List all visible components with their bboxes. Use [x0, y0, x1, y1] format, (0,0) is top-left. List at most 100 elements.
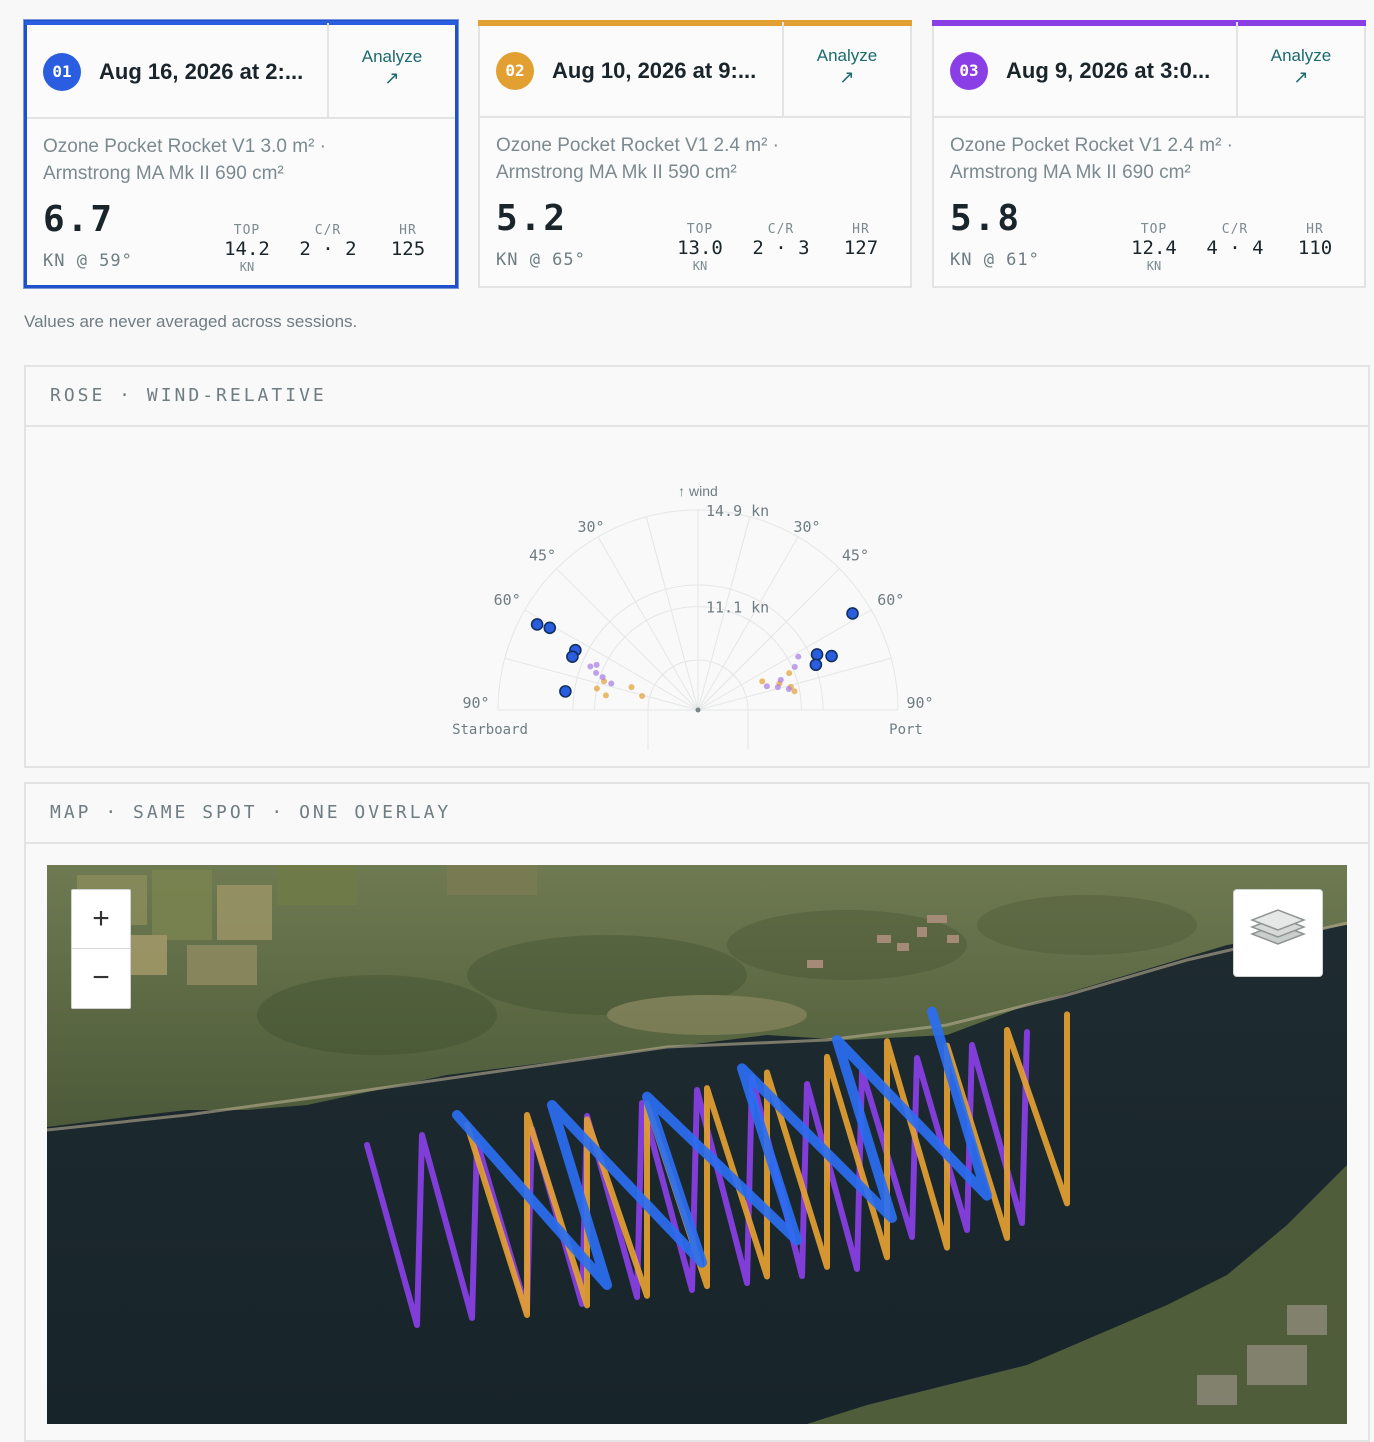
session-date: Aug 16, 2026 at 2:...: [99, 59, 304, 84]
rose-point: [791, 663, 798, 670]
rose-point: [785, 686, 792, 693]
angle-label-port: 45°: [842, 547, 869, 565]
rose-spoke: [645, 516, 699, 711]
angle-label-starboard: 45°: [529, 547, 556, 565]
top-speed-unit: KN: [239, 260, 255, 274]
session-card-header: 03 Aug 9, 2026 at 3:0... Analyze ↗: [934, 22, 1364, 118]
starboard-label: Starboard: [452, 722, 528, 738]
top-speed-value: 12.4: [1131, 237, 1177, 259]
gear-foil: Armstrong MA Mk II 690 cm²: [950, 162, 1191, 183]
rose-chart: ↑ wind 14.9 kn 11.1 kn 30° 30° 45° 45° 60° 60° 90…: [452, 483, 934, 750]
satellite-map[interactable]: + −: [47, 865, 1347, 1424]
analyze-button[interactable]: Analyze ↗: [1236, 22, 1364, 116]
rose-point: [566, 650, 579, 663]
rose-point: [593, 685, 600, 692]
angle-label-starboard: 90°: [462, 694, 489, 712]
angle-label-starboard: 60°: [494, 591, 521, 609]
top-speed-unit: KN: [692, 259, 708, 273]
session-card-02[interactable]: 02 Aug 10, 2026 at 9:... Analyze ↗ Ozone…: [478, 20, 912, 288]
top-speed-stat: TOP 12.4 KN: [1124, 222, 1184, 273]
rose-point: [628, 684, 635, 691]
top-speed-stat: TOP 14.2 KN: [217, 223, 277, 274]
rose-point: [602, 692, 609, 699]
rose-point: [608, 680, 615, 687]
angle-label-starboard: 30°: [577, 518, 604, 536]
session-card-03[interactable]: 03 Aug 9, 2026 at 3:0... Analyze ↗ Ozone…: [932, 20, 1366, 288]
rose-center-dot: [695, 707, 701, 713]
rose-point: [593, 661, 600, 668]
session-card-header: 02 Aug 10, 2026 at 9:... Analyze ↗: [480, 22, 910, 118]
rose-spoke: [697, 536, 799, 711]
avg-speed-angle: KN @ 61°: [950, 250, 1040, 270]
arrow-up-right-icon: ↗: [839, 67, 855, 87]
analyze-label: Analyze: [1270, 46, 1332, 65]
crashes-recoveries-stat: C/R 2 · 2: [293, 223, 363, 260]
rose-point: [759, 678, 766, 685]
rose-point: [543, 621, 557, 635]
avg-speed-value: 6.7: [43, 199, 115, 240]
rose-inner-stub: [647, 710, 749, 750]
layers-icon: [1249, 909, 1307, 945]
rose-point: [810, 648, 824, 661]
session-card-header: 01 Aug 16, 2026 at 2:... Analyze ↗: [27, 23, 455, 119]
angle-label-port: 90°: [906, 694, 933, 712]
analyze-button[interactable]: Analyze ↗: [782, 22, 910, 116]
gear-setup: Ozone Pocket Rocket V1 2.4 m² · Armstron…: [496, 132, 796, 186]
averaging-note: Values are never averaged across session…: [24, 312, 358, 331]
cr-value: 2 · 3: [752, 237, 810, 259]
analyze-label: Analyze: [816, 46, 878, 65]
top-speed-label: TOP: [1140, 222, 1168, 237]
arrow-up-right-icon: ↗: [1293, 67, 1309, 87]
rose-point: [791, 688, 798, 695]
heart-rate-stat: HR 125: [383, 223, 433, 260]
wind-direction-label: ↑ wind: [678, 483, 718, 499]
rose-point: [777, 676, 784, 683]
crashes-recoveries-stat: C/R 4 · 4: [1200, 222, 1270, 259]
hr-label: HR: [399, 223, 417, 238]
rose-spoke: [556, 568, 699, 711]
rose-point: [795, 653, 802, 660]
layers-button[interactable]: [1233, 889, 1323, 977]
rose-spoke: [697, 568, 840, 711]
analyze-button[interactable]: Analyze ↗: [327, 23, 455, 117]
rose-point: [530, 618, 544, 631]
top-speed-unit: KN: [1146, 259, 1162, 273]
hr-value: 125: [390, 238, 426, 260]
heart-rate-stat: HR 110: [1290, 222, 1340, 259]
rose-point: [825, 649, 838, 663]
zoom-control: + −: [71, 889, 131, 1009]
gear-setup: Ozone Pocket Rocket V1 3.0 m² · Armstron…: [43, 133, 343, 187]
ring-label-outer: 14.9 kn: [706, 502, 769, 520]
angle-label-port: 30°: [793, 518, 820, 536]
cr-value: 4 · 4: [1206, 237, 1264, 259]
hr-label: HR: [1306, 222, 1324, 237]
rose-point: [559, 685, 572, 698]
hr-value: 110: [1297, 237, 1333, 259]
rose-point: [763, 683, 770, 690]
hr-label: HR: [852, 222, 870, 237]
session-date: Aug 10, 2026 at 9:...: [552, 58, 757, 83]
rose-point: [593, 669, 600, 676]
gear-foil: Armstrong MA Mk II 590 cm²: [496, 162, 737, 183]
cr-label: C/R: [314, 223, 342, 238]
session-date: Aug 9, 2026 at 3:0...: [1006, 58, 1211, 83]
cr-value: 2 · 2: [299, 238, 357, 260]
analyze-label: Analyze: [361, 47, 423, 66]
angle-label-port: 60°: [877, 591, 904, 609]
session-card-01[interactable]: 01 Aug 16, 2026 at 2:... Analyze ↗ Ozone…: [24, 20, 458, 288]
session-number-badge: 02: [496, 52, 534, 90]
rose-point: [587, 663, 594, 670]
arrow-up-right-icon: ↗: [384, 68, 400, 88]
map-canvas[interactable]: [47, 865, 1347, 1424]
rose-point: [599, 674, 606, 681]
cr-label: C/R: [767, 222, 795, 237]
port-label: Port: [889, 722, 923, 738]
zoom-in-button[interactable]: +: [72, 890, 130, 948]
rose-point: [774, 684, 781, 691]
rose-point: [639, 693, 646, 700]
avg-speed-value: 5.2: [496, 198, 568, 239]
rose-spoke: [504, 657, 699, 711]
heart-rate-stat: HR 127: [836, 222, 886, 259]
map-panel-title: MAP · SAME SPOT · ONE OVERLAY: [26, 784, 1368, 844]
zoom-out-button[interactable]: −: [72, 949, 130, 1007]
